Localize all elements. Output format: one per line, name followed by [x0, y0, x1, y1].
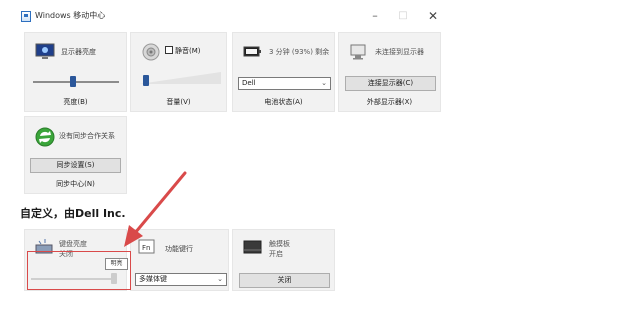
annotation-arrow-icon	[124, 171, 187, 247]
